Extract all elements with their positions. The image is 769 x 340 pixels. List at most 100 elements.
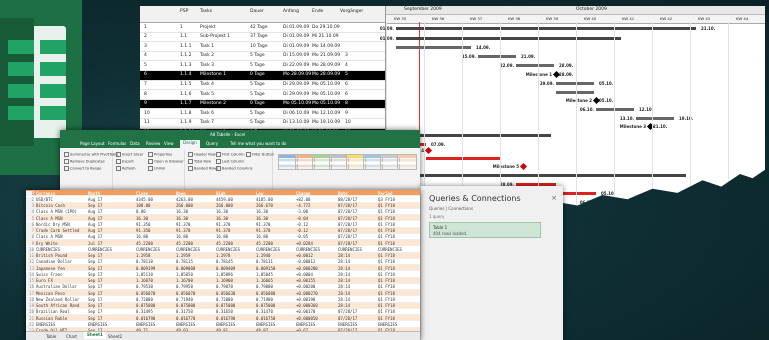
task-bar[interactable] [556, 91, 594, 94]
first-column-checkbox[interactable]: First Column [216, 152, 244, 157]
table-cell[interactable]: 1.2940 [256, 253, 270, 258]
table-cell[interactable]: 0.016750 [256, 316, 275, 321]
table-cell[interactable]: +0.000270 [296, 291, 318, 296]
milestone-diamond-icon[interactable] [519, 162, 528, 171]
table-cell[interactable]: Crude Carb Settled [36, 228, 79, 233]
table-cell[interactable]: 1.05045 [256, 272, 273, 277]
table-cell[interactable]: 28:14 [338, 297, 350, 302]
table-cell[interactable]: -0.00012 [296, 259, 315, 264]
table-cell[interactable]: High [216, 191, 226, 196]
table-cell[interactable]: Q1 FY18 [378, 291, 395, 296]
table-cell[interactable]: 28:14 [338, 259, 350, 264]
table-cell[interactable]: Aug 17 [88, 197, 102, 202]
sheet-tab[interactable]: Table [46, 334, 56, 339]
table-cell[interactable]: 4345.00 [136, 197, 153, 202]
table-cell[interactable]: 1.2959 [176, 253, 190, 258]
table-cell[interactable]: 1.2958 [136, 253, 150, 258]
table-cell[interactable]: 0.79530 [136, 284, 153, 289]
col-id[interactable]: PSP [180, 9, 188, 14]
task-bar[interactable] [396, 46, 471, 49]
table-cell[interactable]: Sep 17 [88, 203, 102, 208]
table-cell[interactable]: ENERGIES [338, 322, 357, 327]
table-cell[interactable]: Change [296, 191, 310, 196]
tab-review[interactable]: Review [146, 141, 160, 146]
task-row[interactable]: 2 1.1 Sub-Projekt 1 37 Tage Di 01.09.09 Mi 21… [140, 33, 385, 43]
table-cell[interactable]: 1.16870 [136, 278, 153, 283]
table-cell[interactable]: Q1 FY18 [378, 234, 395, 239]
col-duration[interactable]: Dauer [250, 9, 264, 14]
summary-bar[interactable] [396, 27, 696, 30]
table-cell[interactable]: 0.79870 [216, 284, 233, 289]
table-cell[interactable]: 0.016790 [216, 316, 235, 321]
table-cell[interactable]: +0.00200 [296, 284, 315, 289]
col-pred[interactable]: Vorgänger [340, 9, 363, 14]
table-cell[interactable]: 266.670 [256, 203, 273, 208]
table-cell[interactable]: 0.78110 [136, 259, 153, 264]
summary-bar[interactable] [396, 37, 621, 40]
table-cell[interactable]: Sep 17 [88, 272, 102, 277]
table-cell[interactable]: Q1 FY18 [378, 278, 395, 283]
table-cell[interactable]: Aug 17 [88, 216, 102, 221]
milestone-row[interactable]: 6 1.1.4 Milestone 1 0 Tage Mo 28.09.09 Mo 28.… [140, 70, 385, 81]
col-finish[interactable]: Ende [312, 9, 323, 14]
table-cell[interactable]: 0.72080 [216, 297, 233, 302]
tab-view[interactable]: View [164, 141, 174, 146]
remove-duplicates-button[interactable]: Remove Duplicates [64, 159, 105, 164]
table-cell[interactable]: Sep 17 [88, 259, 102, 264]
table-cell[interactable]: -0.12 [296, 222, 308, 227]
table-cell[interactable]: Class A MSN [36, 216, 63, 221]
table-cell[interactable]: -0.04 [296, 216, 308, 221]
table-cell[interactable]: CURRENCIES [256, 247, 280, 252]
table-cell[interactable]: 45.2200 [136, 241, 153, 246]
table-cell[interactable]: 0.016790 [136, 316, 155, 321]
table-cell[interactable]: Q1 FY18 [378, 203, 395, 208]
table-cell[interactable]: +0.000360 [296, 303, 318, 308]
table-cell[interactable]: CURRENCIES [176, 247, 200, 252]
table-cell[interactable]: 91.350 [136, 228, 150, 233]
table-cell[interactable]: -4.772 [296, 203, 310, 208]
table-cell[interactable]: 16.80 [216, 234, 228, 239]
table-cell[interactable]: Dry White [36, 241, 58, 246]
tab-formulas[interactable]: Formulas [108, 141, 126, 146]
table-cell[interactable]: ENERGIES [176, 322, 195, 327]
table-cell[interactable]: Russian Ruble [36, 316, 67, 321]
table-cell[interactable]: New Zealand Dollar [36, 297, 79, 302]
task-row[interactable]: 5 1.1.3 Task 3 5 Tage Di 22.09.09 Mo 28.09.09… [140, 61, 385, 71]
table-cell[interactable]: 0.009199 [136, 266, 155, 271]
sheet-tab[interactable]: Sheet2 [108, 334, 122, 339]
table-cell[interactable]: Q1 FY18 [378, 216, 395, 221]
table-cell[interactable]: USD/BTC [36, 197, 53, 202]
table-cell[interactable]: Q1 FY18 [378, 303, 395, 308]
table-cell[interactable]: Sep 17 [88, 316, 102, 321]
table-cell[interactable]: 1.16700 [176, 278, 193, 283]
properties-button[interactable]: Properties [148, 152, 172, 157]
table-cell[interactable]: 0.075000 [136, 303, 155, 308]
tab-design[interactable]: Design [180, 139, 200, 148]
table-cell[interactable]: 0.056070 [176, 291, 195, 296]
table-cell[interactable]: Sep 17 [88, 303, 102, 308]
close-icon[interactable]: × [551, 194, 557, 202]
table-cell[interactable]: 0.009409 [216, 266, 235, 271]
table-cell[interactable]: Class A MSN [36, 234, 63, 239]
table-cell[interactable]: 91.350 [136, 222, 150, 227]
table-cell[interactable]: 16.80 [256, 234, 268, 239]
task-bar[interactable] [516, 64, 554, 67]
task-row[interactable]: 10 1.1.8 Task 6 5 Tage Di 06.10.09 Mo 12.10.0… [140, 109, 385, 119]
summarize-pivot-button[interactable]: Summarize with PivotTable [64, 152, 118, 157]
table-cell[interactable]: Q1 FY18 [378, 297, 395, 302]
table-cell[interactable]: 1.05096 [216, 272, 233, 277]
total-row-checkbox[interactable]: Total Row [188, 159, 211, 164]
table-cell[interactable]: Q1 FY18 [378, 316, 395, 321]
table-cell[interactable]: 07/28/17 [338, 309, 357, 314]
table-cell[interactable]: 0.056630 [216, 291, 235, 296]
export-button[interactable]: Export [116, 159, 134, 164]
table-cell[interactable]: Q1 FY18 [378, 228, 395, 233]
table-cell[interactable]: 16.30 [136, 216, 148, 221]
table-cell[interactable]: CURRENCIES [36, 247, 60, 252]
table-cell[interactable]: 91.370 [176, 222, 190, 227]
table-cell[interactable]: 0.72080 [136, 297, 153, 302]
table-cell[interactable]: +0.00155 [296, 278, 315, 283]
query-item[interactable]: Table 1 404 rows loaded. [429, 222, 541, 238]
table-cell[interactable]: Q1 FY18 [378, 209, 395, 214]
task-bar[interactable] [556, 82, 594, 85]
